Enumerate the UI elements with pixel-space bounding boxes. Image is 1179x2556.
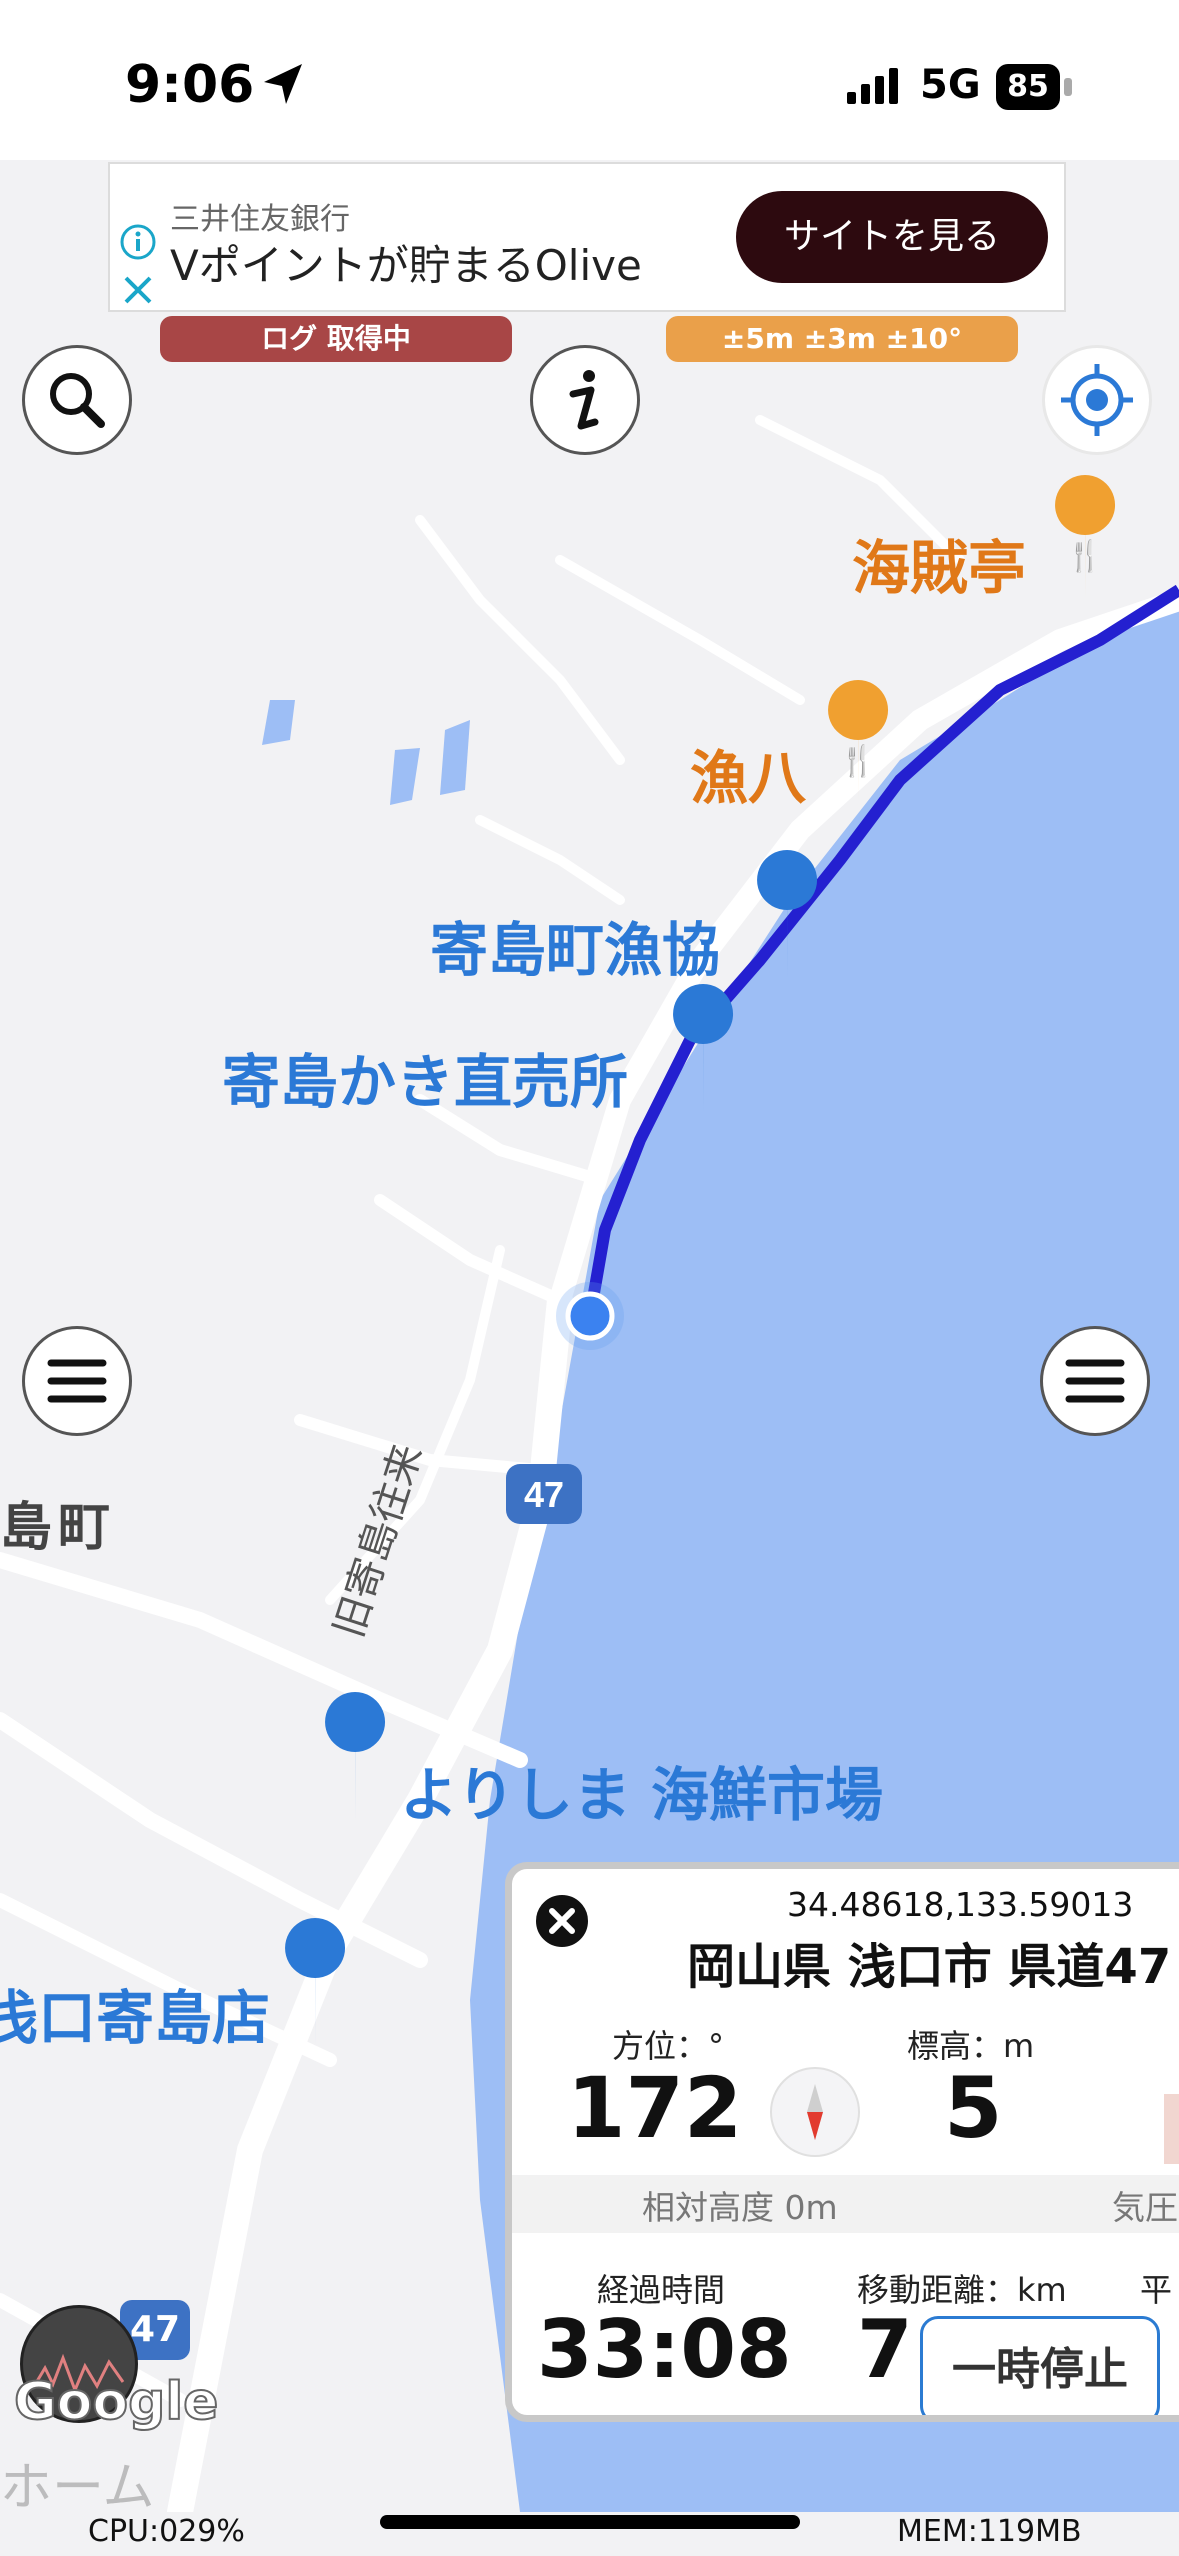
svg-text:🍴: 🍴 [839,743,876,779]
poi-label-kaizokutei[interactable]: 海賊亭 [852,534,1026,602]
hamburger-menu-icon [1065,1359,1125,1403]
compass-icon [770,2067,860,2157]
close-icon[interactable] [118,270,158,310]
signal-icon [847,68,898,104]
relative-altitude-strip [512,2175,1179,2233]
accuracy-badge: ±5m ±3m ±10° [666,316,1018,362]
memory-usage: MEM:119MB [897,2514,1082,2549]
poi-label-asakuchi-store[interactable]: 浅口寄島店 [0,1984,270,2052]
network-type: 5G [920,62,981,108]
status-time: 9:06 [125,55,255,115]
google-logo: Google [13,2371,219,2433]
altitude-value: 5 [944,2059,1003,2157]
current-location-dot [565,1291,615,1341]
close-icon[interactable] [530,1889,594,1953]
cpu-usage: CPU:029% [88,2514,245,2549]
average-label: 平 [1140,2271,1173,2309]
route-shield-text: 47 [524,1474,564,1515]
address-text: 岡山県 浅口市 県道47 [687,1939,1172,1995]
heading-value: 172 [567,2059,743,2157]
status-bar: 9:06 5G 85 [0,0,1179,160]
faded-map-label: ホーム [0,2458,154,2512]
battery-level: 85 [996,64,1060,110]
poi-label-gyohachi[interactable]: 漁八 [690,744,807,812]
ad-cta-button[interactable]: サイトを見る [736,191,1048,283]
coordinates-readout: 34.48618,133.59013 [787,1885,1134,1924]
poi-label-oyster-shop[interactable]: 寄島かき直売所 [222,1048,628,1116]
home-indicator[interactable] [380,2515,800,2529]
poi-label-yorishima-fishery[interactable]: 寄島町漁協 [430,916,720,984]
ad-banner[interactable]: 三井住友銀行 Vポイントが貯まるOlive サイトを見る [108,162,1066,312]
battery-icon: 85 [996,64,1076,110]
ad-headline[interactable]: Vポイントが貯まるOlive [170,232,642,293]
menu-button-left[interactable] [22,1326,132,1436]
distance-value: 7 [857,2303,913,2396]
relative-altitude: 相対高度 0m [642,2188,838,2227]
menu-button-right[interactable] [1040,1326,1150,1436]
poi-label-seafood-market[interactable]: よりしま 海鮮市場 [400,1761,883,1829]
search-icon [50,373,105,428]
my-location-button[interactable] [1042,345,1152,455]
info-icon[interactable] [118,222,158,262]
info-button[interactable] [530,345,640,455]
svg-text:🍴: 🍴 [1066,538,1103,574]
pressure-label: 気圧 [1112,2188,1178,2227]
town-label: 島町 [0,1498,116,1558]
log-status-badge: ログ 取得中 [160,316,512,362]
tracking-info-panel: 34.48618,133.59013 岡山県 浅口市 県道47 方位：° 172… [505,1862,1179,2422]
partial-indicator [1164,2094,1179,2164]
crosshair-icon [1061,364,1133,436]
battery-cap [1064,78,1072,96]
search-button[interactable] [22,345,132,455]
pause-button[interactable]: 一時停止 [920,2316,1160,2415]
elapsed-time-value: 33:08 [537,2303,792,2396]
hamburger-menu-icon [47,1359,107,1403]
info-italic-icon [569,370,599,430]
location-arrow-icon [264,64,302,104]
